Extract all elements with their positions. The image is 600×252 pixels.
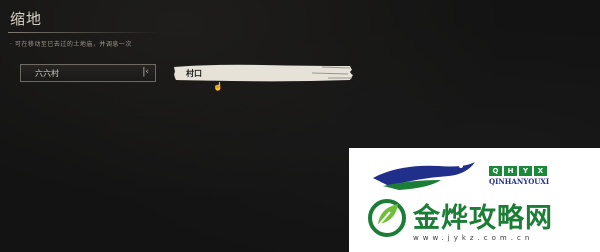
watermark-subtitle: QINHANYOUXI	[489, 177, 550, 186]
badge-letter: Y	[519, 166, 532, 176]
badge-letter: Q	[489, 166, 502, 176]
dragon-logo-icon	[373, 162, 475, 190]
game-screen: 缩地 · 可在移动至已去过的土地庙，并调息一次 六六村 |‹ 村口 ☝ Q H …	[0, 0, 600, 252]
menu-header: 缩地 · 可在移动至已去过的土地庙，并调息一次	[0, 0, 600, 56]
region-select-value: 六六村	[35, 69, 59, 78]
destination-item-cunkou[interactable]: 村口	[172, 63, 354, 83]
header-divider	[8, 32, 158, 33]
watermark-url: www.jykz.com.cn	[413, 234, 534, 242]
watermark-badge: Q H Y X	[489, 166, 551, 176]
chevron-left-icon[interactable]: |‹	[142, 67, 149, 77]
cursor-icon: ☝	[213, 82, 223, 91]
page-description: · 可在移动至已去过的土地庙，并调息一次	[10, 41, 132, 48]
destination-label: 村口	[186, 68, 202, 78]
region-select[interactable]: 六六村 |‹	[20, 64, 156, 82]
leaf-plug-icon	[368, 199, 406, 237]
page-title: 缩地	[10, 10, 43, 28]
badge-letter: H	[504, 166, 517, 176]
watermark-name: 金烨攻略网	[413, 203, 553, 234]
badge-letter: X	[534, 166, 547, 176]
